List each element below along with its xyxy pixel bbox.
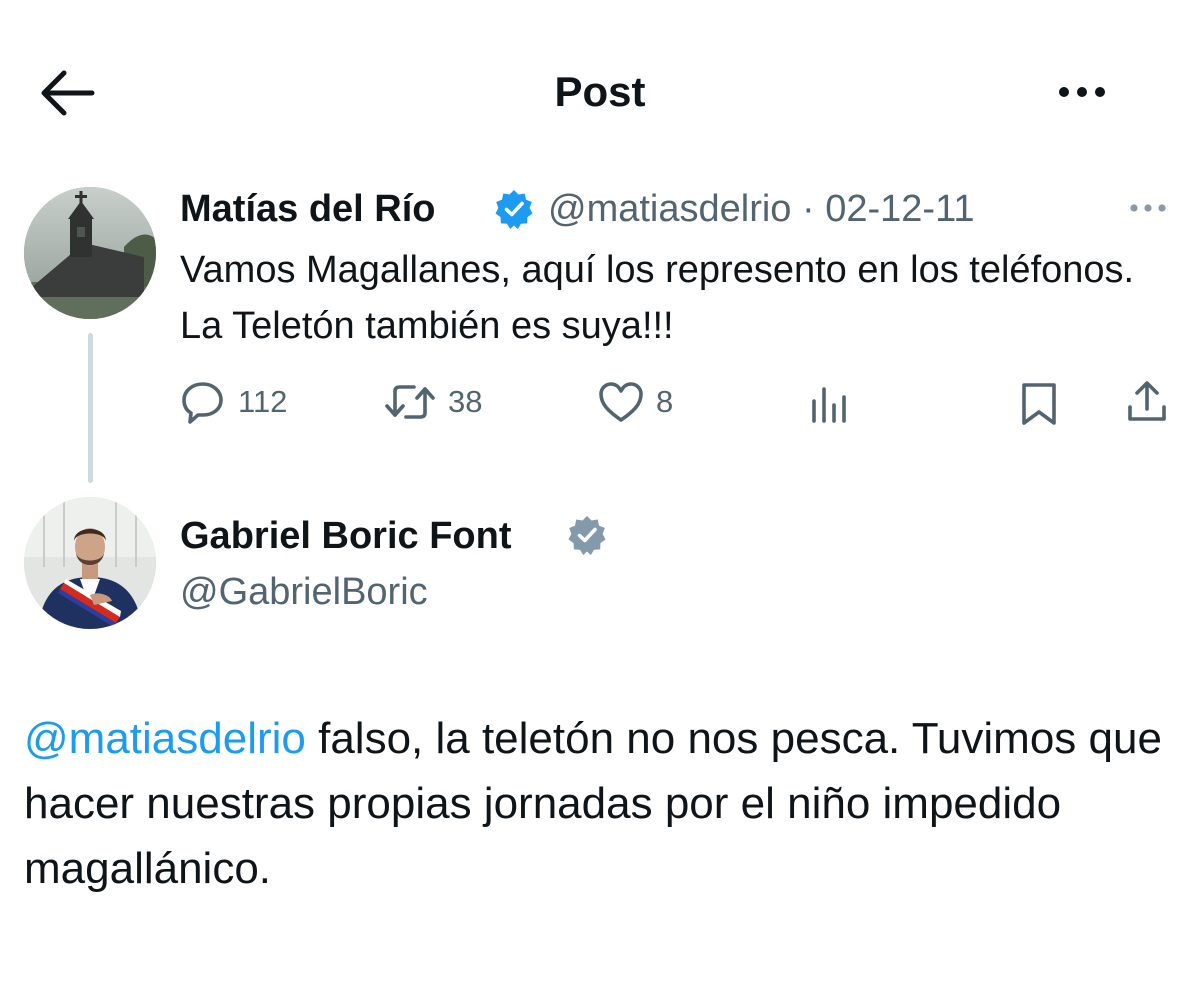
avatar[interactable] — [24, 497, 156, 629]
repost-icon — [385, 385, 435, 419]
back-button[interactable] — [40, 68, 96, 118]
more-options-button[interactable] — [1050, 76, 1114, 108]
reply-icon — [182, 382, 223, 424]
post-text: Vamos Magallanes, aquí los represento en… — [180, 249, 1135, 347]
mention-link[interactable]: @matiasdelrio — [24, 714, 306, 763]
author-name[interactable]: Matías del Río — [180, 186, 436, 232]
avatar[interactable] — [24, 187, 156, 319]
verified-badge[interactable] — [567, 515, 607, 555]
share-button[interactable] — [1124, 378, 1170, 426]
repost-count: 38 — [448, 384, 483, 419]
author-name[interactable]: Gabriel Boric Font — [180, 513, 511, 559]
share-icon — [1128, 381, 1166, 421]
verified-icon — [568, 516, 606, 555]
like-icon — [599, 382, 643, 422]
verified-icon — [495, 190, 533, 229]
post-text: @matiasdelrio falso, la teletón no nos p… — [24, 706, 1184, 901]
views-button[interactable] — [806, 380, 852, 428]
reply-count: 112 — [238, 384, 288, 419]
portrait-photo — [24, 497, 156, 629]
post-more-button[interactable] — [1124, 196, 1172, 220]
like-button[interactable]: 8 — [598, 378, 673, 426]
page-title: Post — [554, 68, 646, 115]
separator-dot: · — [802, 188, 815, 230]
church-photo — [24, 187, 156, 319]
bookmark-icon — [1022, 383, 1056, 425]
thread-connector — [88, 333, 93, 483]
more-icon — [1059, 87, 1105, 97]
repost-button[interactable]: 38 — [384, 378, 482, 426]
verified-badge[interactable] — [494, 189, 534, 229]
views-icon — [812, 387, 846, 423]
reply-button[interactable]: 112 — [180, 378, 287, 426]
back-arrow-icon — [41, 70, 95, 116]
author-handle[interactable]: @GabrielBoric — [180, 569, 428, 615]
post-date[interactable]: 02-12-11 — [825, 188, 974, 230]
author-handle[interactable]: @matiasdelrio — [548, 188, 791, 230]
more-icon — [1130, 204, 1166, 212]
bookmark-button[interactable] — [1018, 380, 1060, 428]
like-count: 8 — [656, 384, 674, 419]
